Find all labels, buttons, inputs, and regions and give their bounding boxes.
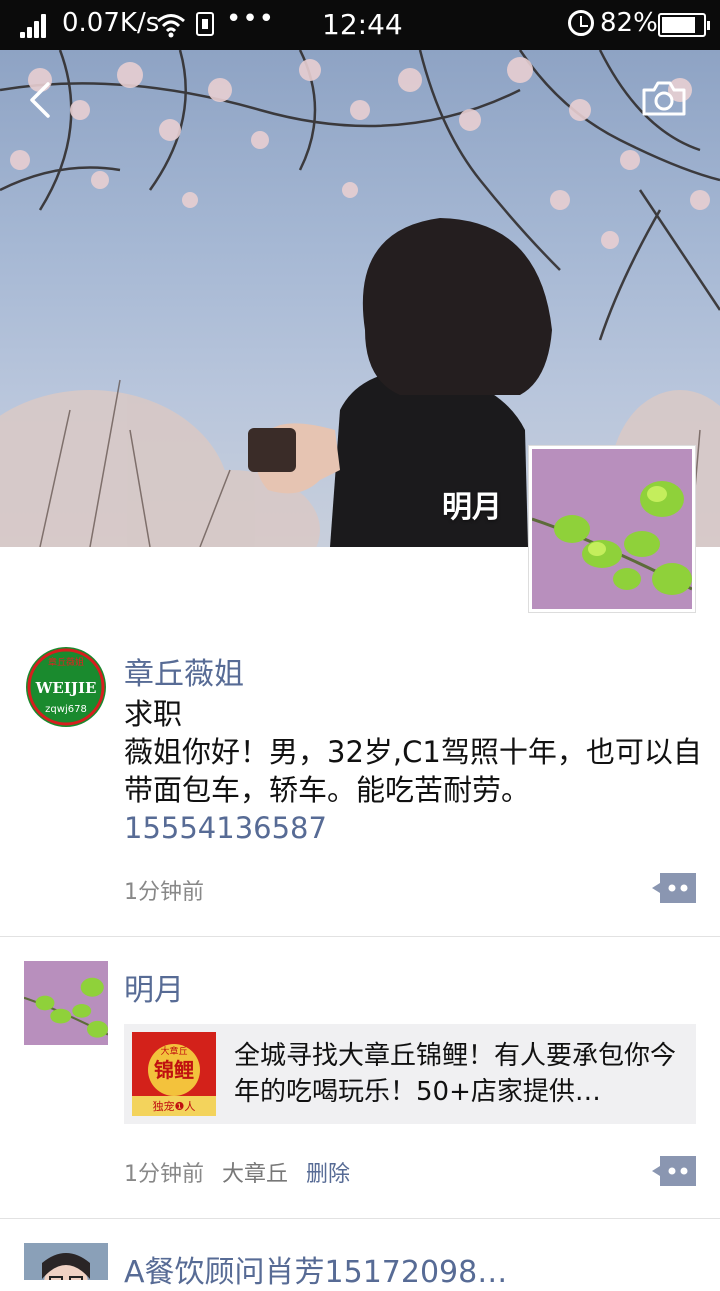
divider (0, 936, 720, 937)
divider (0, 1218, 720, 1219)
clock: 12:44 (322, 8, 403, 41)
post-text: 求职 薇姐你好！男，32岁,C1驾照十年，也可以自带面包车，轿车。能吃苦耐劳。 1… (124, 695, 704, 847)
svg-text:zqwj678: zqwj678 (45, 704, 87, 715)
alarm-icon (568, 10, 594, 36)
author-name[interactable]: 章丘薇姐 (124, 649, 244, 693)
network-speed: 0.07K/s (62, 8, 160, 38)
post-body: 求职 薇姐你好！男，32岁,C1驾照十年，也可以自带面包车，轿车。能吃苦耐劳。 (124, 697, 702, 807)
moment-post: 明月 大章丘 锦鲤 独宠❶人 全城寻找大章丘锦鲤！有人要承包你今年的吃喝玩乐！5… (0, 961, 720, 1216)
post-time: 1分钟前 (124, 1162, 204, 1187)
svg-text:WEIJIE: WEIJIE (35, 679, 97, 697)
profile-name: 明月 (442, 490, 502, 525)
post-time: 1分钟前 (124, 880, 204, 905)
phone-link[interactable]: 15554136587 (124, 811, 327, 845)
moment-post: A餐饮顾问肖芳15172098… (0, 1243, 720, 1290)
svg-text:大章丘: 大章丘 (160, 1045, 187, 1057)
battery-icon (658, 13, 710, 37)
author-name[interactable]: 明月 (124, 965, 184, 1009)
author-avatar[interactable] (24, 961, 108, 1045)
comment-icon[interactable] (652, 873, 696, 903)
comment-icon[interactable] (652, 1156, 696, 1186)
camera-icon[interactable] (640, 78, 688, 118)
article-thumbnail: 大章丘 锦鲤 独宠❶人 (132, 1032, 216, 1116)
author-avatar[interactable]: 章丘薇姐 WEIJIE zqwj678 (24, 645, 108, 729)
battery-percent: 82% (600, 8, 658, 38)
author-avatar[interactable] (24, 1243, 108, 1280)
post-location[interactable]: 大章丘 (222, 1162, 288, 1187)
signal-icon (20, 14, 48, 38)
article-title: 全城寻找大章丘锦鲤！有人要承包你今年的吃喝玩乐！50+店家提供… (234, 1041, 677, 1107)
author-name[interactable]: A餐饮顾问肖芳15172098… (124, 1247, 507, 1291)
back-icon[interactable] (24, 80, 58, 120)
profile-avatar[interactable] (528, 445, 696, 613)
wifi-icon (157, 14, 185, 38)
more-notifications-icon: ••• (226, 4, 276, 34)
delete-button[interactable]: 删除 (306, 1162, 350, 1187)
svg-text:章丘薇姐: 章丘薇姐 (48, 656, 84, 668)
battery-saver-icon (196, 12, 214, 36)
avatar-image (531, 449, 693, 609)
svg-text:锦鲤: 锦鲤 (154, 1058, 194, 1082)
svg-text:独宠❶人: 独宠❶人 (153, 1099, 196, 1113)
moment-post: 章丘薇姐 WEIJIE zqwj678 章丘薇姐 求职 薇姐你好！男，32岁,C… (0, 645, 720, 935)
post-meta: 1分钟前 (124, 874, 204, 906)
shared-article[interactable]: 大章丘 锦鲤 独宠❶人 全城寻找大章丘锦鲤！有人要承包你今年的吃喝玩乐！50+店… (124, 1024, 696, 1124)
status-bar: 0.07K/s ••• 12:44 82% (0, 0, 720, 50)
post-meta: 1分钟前 大章丘 删除 (124, 1156, 350, 1188)
